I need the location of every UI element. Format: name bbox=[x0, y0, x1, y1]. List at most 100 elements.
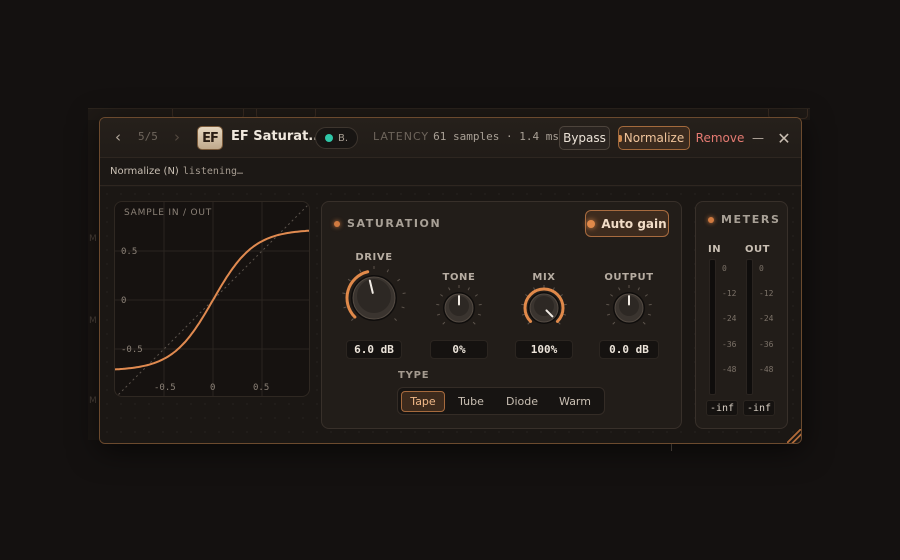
mix-knob[interactable] bbox=[519, 283, 569, 333]
remove-button[interactable]: Remove bbox=[696, 126, 745, 150]
meter-out-label: OUT bbox=[745, 244, 770, 255]
auto-gain-led-icon bbox=[587, 219, 596, 228]
plugin-counter: 5/5 bbox=[138, 130, 158, 143]
normalize-button-label: Normalize bbox=[623, 131, 685, 145]
knob-tick bbox=[477, 313, 482, 316]
output-label: OUTPUT bbox=[604, 272, 654, 283]
auto-gain-button[interactable]: Auto gain bbox=[585, 210, 669, 237]
meter-out-tick: 0 bbox=[759, 264, 764, 273]
host-track-letter: M bbox=[89, 316, 97, 326]
meter-in-tick: -24 bbox=[722, 314, 737, 323]
type-option-tape[interactable]: Tape bbox=[401, 391, 445, 412]
latency-readout: LATENCY 61 samples · 1.4 ms bbox=[373, 130, 559, 143]
drive-value: 6.0 dB bbox=[346, 340, 402, 359]
mix-value: 100% bbox=[515, 340, 573, 359]
x-tick-label: 0.5 bbox=[253, 383, 269, 393]
type-option-warm[interactable]: Warm bbox=[550, 391, 600, 412]
saturation-title: SATURATION bbox=[334, 217, 441, 230]
knob-tick bbox=[612, 321, 616, 325]
saturation-panel: SATURATION Auto gain DRIVE 6.0 dB TONE 0… bbox=[321, 201, 682, 429]
curve-title: SAMPLE IN / OUT bbox=[124, 208, 213, 218]
panel-dot-icon bbox=[334, 220, 340, 227]
status-text: listening… bbox=[182, 166, 244, 177]
bypass-button[interactable]: Bypass bbox=[559, 126, 610, 150]
minimize-icon[interactable]: — bbox=[751, 126, 765, 150]
meter-in-label: IN bbox=[708, 244, 722, 255]
knob-tick bbox=[343, 306, 347, 309]
y-tick-label: 0.5 bbox=[121, 247, 137, 257]
plugin-name: EF Saturat... bbox=[231, 129, 324, 144]
meters-title-text: METERS bbox=[721, 213, 781, 226]
title-bar: ‹ 5/5 › EF EF Saturat... B. LATENCY 61 sa… bbox=[100, 118, 801, 158]
auto-gain-label: Auto gain bbox=[601, 216, 667, 231]
knob-tick bbox=[347, 278, 351, 282]
normalize-indicator-icon bbox=[619, 135, 622, 142]
output-knob-group: OUTPUT bbox=[599, 272, 659, 333]
knob-cap bbox=[357, 279, 391, 313]
meter-in-reading: -inf bbox=[706, 400, 738, 416]
chevron-left-icon[interactable]: ‹ bbox=[111, 129, 125, 145]
knob-tick bbox=[448, 287, 451, 291]
mix-knob-group: MIX bbox=[514, 272, 574, 333]
knob-tick bbox=[644, 294, 648, 297]
type-option-diode[interactable]: Diode bbox=[497, 391, 547, 412]
knob-tick bbox=[394, 318, 397, 321]
meter-out-tick: -12 bbox=[759, 289, 774, 298]
meter-out-bar bbox=[746, 259, 753, 395]
meter-in-tick: -12 bbox=[722, 289, 737, 298]
knob-tick bbox=[606, 313, 611, 316]
bus-chip[interactable]: B. bbox=[315, 127, 358, 149]
drive-knob[interactable] bbox=[339, 263, 409, 333]
knob-tick bbox=[642, 321, 646, 325]
host-track-letter: M bbox=[89, 234, 97, 244]
type-option-tube[interactable]: Tube bbox=[448, 391, 494, 412]
drive-knob-group: DRIVE bbox=[339, 252, 409, 333]
output-knob[interactable] bbox=[604, 283, 654, 333]
chevron-right-icon[interactable]: › bbox=[170, 129, 184, 145]
y-tick-label: 0 bbox=[121, 296, 126, 306]
mix-label: MIX bbox=[532, 272, 556, 283]
knob-tick bbox=[386, 269, 389, 273]
plugin-logo: EF bbox=[197, 126, 223, 150]
knob-tick bbox=[472, 321, 476, 325]
knob-tick bbox=[610, 294, 614, 297]
type-label: TYPE bbox=[398, 370, 430, 381]
plugin-window: ‹ 5/5 › EF EF Saturat... B. LATENCY 61 sa… bbox=[99, 117, 802, 444]
meters-title: METERS bbox=[708, 213, 780, 226]
knob-tick bbox=[351, 318, 354, 321]
status-bar: Normalize (N) listening… bbox=[100, 158, 801, 186]
transfer-curve-panel: SAMPLE IN / OUT 0.5 0 -0.5 -0.5 0 0.5 bbox=[114, 201, 310, 397]
knob-tick bbox=[436, 313, 441, 316]
x-tick-label: -0.5 bbox=[154, 383, 176, 393]
status-dot-icon bbox=[325, 134, 333, 142]
meter-out-tick: -36 bbox=[759, 340, 774, 349]
bus-chip-label: B. bbox=[338, 132, 349, 144]
meter-out-reading: -inf bbox=[743, 400, 775, 416]
meter-out-tick: -48 bbox=[759, 365, 774, 374]
meters-panel: METERS IN OUT 0 -12 -24 -36 -48 0 -12 -2… bbox=[695, 201, 788, 429]
y-tick-label: -0.5 bbox=[121, 345, 143, 355]
close-icon[interactable]: ✕ bbox=[776, 126, 792, 150]
output-value: 0.0 dB bbox=[599, 340, 659, 359]
meter-out-tick: -24 bbox=[759, 314, 774, 323]
tone-value: 0% bbox=[430, 340, 488, 359]
tone-knob[interactable] bbox=[434, 283, 484, 333]
knob-tick bbox=[359, 269, 362, 273]
meter-in-tick: -36 bbox=[722, 340, 737, 349]
status-label: Normalize (N) bbox=[110, 166, 179, 177]
knob-tick bbox=[474, 294, 478, 297]
drive-label: DRIVE bbox=[355, 252, 393, 263]
saturation-title-text: SATURATION bbox=[347, 217, 442, 230]
tone-label: TONE bbox=[442, 272, 476, 283]
normalize-button[interactable]: Normalize bbox=[618, 126, 690, 150]
plugin-body: SAMPLE IN / OUT 0.5 0 -0.5 -0.5 0 0.5 SA… bbox=[100, 187, 801, 443]
knob-tick bbox=[637, 287, 640, 291]
x-tick-label: 0 bbox=[210, 383, 215, 393]
knob-tick bbox=[397, 278, 401, 282]
knob-tick bbox=[440, 294, 444, 297]
knob-tick bbox=[647, 313, 652, 316]
host-playhead bbox=[671, 443, 672, 451]
meter-in-tick: 0 bbox=[722, 264, 727, 273]
latency-value: 61 samples · 1.4 ms bbox=[433, 130, 559, 143]
knob-tick bbox=[467, 287, 470, 291]
